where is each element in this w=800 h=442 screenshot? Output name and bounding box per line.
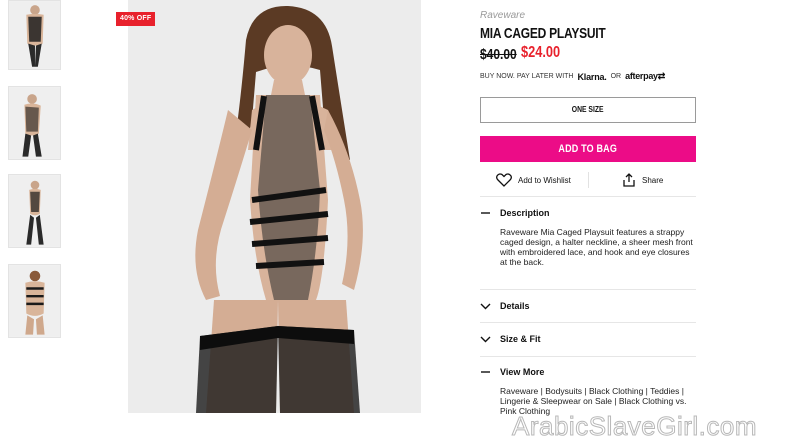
- accordion-details: Details: [480, 298, 696, 314]
- description-title: Description: [500, 208, 550, 218]
- afterpay-logo[interactable]: afterpay⇄: [625, 71, 665, 82]
- product-title: MIA CAGED PLAYSUIT: [480, 25, 606, 42]
- add-to-bag-button[interactable]: ADD TO BAG: [480, 136, 696, 162]
- accordion-view-more-header[interactable]: View More: [480, 364, 696, 380]
- share-button[interactable]: Share: [622, 170, 663, 190]
- product-actions: Add to Wishlist Share: [480, 170, 696, 192]
- share-icon: [623, 173, 635, 187]
- size-fit-title: Size & Fit: [500, 334, 541, 344]
- thumbnail-3[interactable]: [8, 174, 61, 248]
- buy-now-pay-later: BUY NOW. PAY LATER WITH Klarna. OR after…: [480, 71, 665, 82]
- product-photo: [128, 0, 421, 413]
- view-more-title: View More: [500, 367, 545, 377]
- divider: [480, 356, 696, 357]
- thumbnail-1-image: [9, 1, 60, 69]
- thumbnail-4[interactable]: [8, 264, 61, 338]
- accordion-details-header[interactable]: Details: [480, 298, 696, 314]
- minus-icon: [481, 212, 490, 214]
- brand-link[interactable]: Raveware: [480, 10, 525, 21]
- accordion-view-more: View More Raveware | Bodysuits | Black C…: [480, 364, 696, 416]
- divider: [480, 196, 696, 197]
- accordion-size-fit-header[interactable]: Size & Fit: [480, 331, 696, 347]
- heart-icon: [496, 173, 512, 187]
- thumbnail-3-image: [9, 175, 60, 247]
- bnpl-text: BUY NOW. PAY LATER WITH: [480, 73, 574, 80]
- accordion-description-header[interactable]: Description: [480, 205, 696, 221]
- add-to-bag-label: ADD TO BAG: [558, 143, 618, 155]
- description-body: Raveware Mia Caged Playsuit features a s…: [500, 227, 693, 267]
- chevron-down-icon: [480, 336, 491, 343]
- thumbnail-4-image: [9, 265, 60, 337]
- actions-divider: [588, 172, 589, 188]
- divider: [480, 322, 696, 323]
- wishlist-label: Add to Wishlist: [518, 175, 571, 185]
- thumbnail-2-image: [9, 87, 60, 159]
- details-title: Details: [500, 301, 530, 311]
- klarna-logo[interactable]: Klarna.: [577, 72, 606, 82]
- size-select-button[interactable]: ONE SIZE: [480, 97, 696, 123]
- accordion-size-fit: Size & Fit: [480, 331, 696, 347]
- accordion-description: Description Raveware Mia Caged Playsuit …: [480, 205, 696, 267]
- divider: [480, 289, 696, 290]
- size-label: ONE SIZE: [572, 105, 604, 114]
- chevron-down-icon: [480, 303, 491, 310]
- thumbnail-2[interactable]: [8, 86, 61, 160]
- share-label: Share: [642, 175, 664, 185]
- thumbnail-1[interactable]: [8, 0, 61, 70]
- original-price: $40.00: [480, 46, 517, 63]
- afterpay-label: afterpay: [625, 71, 658, 81]
- add-to-wishlist-button[interactable]: Add to Wishlist: [496, 170, 571, 190]
- main-product-image[interactable]: [128, 0, 421, 413]
- bnpl-or: OR: [610, 73, 622, 80]
- discount-badge: 40% OFF: [116, 12, 156, 26]
- afterpay-icon: ⇄: [657, 71, 666, 81]
- sale-price: $24.00: [521, 44, 561, 61]
- minus-icon: [481, 371, 490, 373]
- watermark: ArabicSlaveGirl.com: [511, 411, 758, 442]
